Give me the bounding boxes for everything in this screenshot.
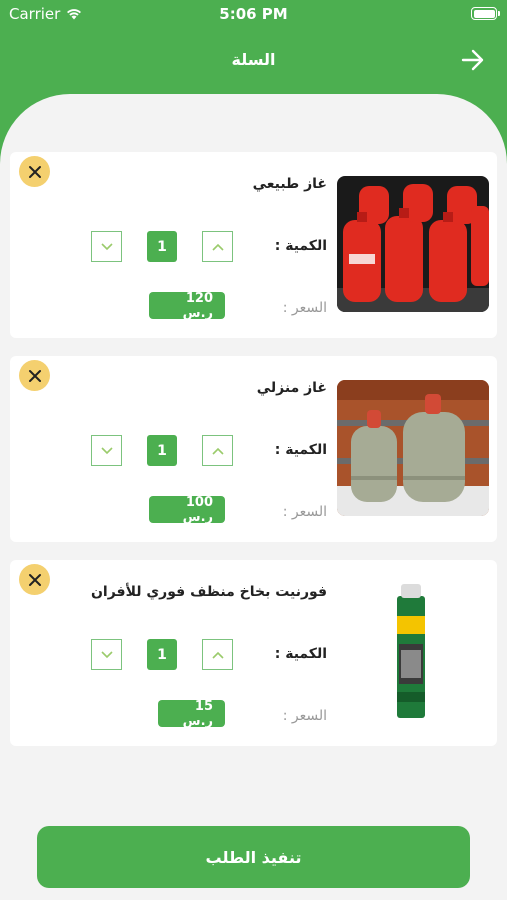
quantity-value: 1 [147,231,177,262]
close-icon [28,165,41,178]
price-badge: 120 ر.س [149,291,225,321]
decrease-quantity-button[interactable] [91,639,122,670]
chevron-down-icon [100,242,113,250]
chevron-up-icon [211,651,224,659]
nav-bar: السلة [0,38,507,82]
remove-item-button[interactable] [19,564,50,595]
quantity-label: الكمية : [274,442,327,458]
price-label: السعر : [282,708,327,724]
close-icon [28,573,41,586]
quantity-value: 1 [147,435,177,466]
page-title: السلة [231,50,276,69]
increase-quantity-button[interactable] [202,435,233,466]
status-time: 5:06 PM [219,5,288,23]
quantity-label: الكمية : [274,646,327,662]
chevron-up-icon [211,243,224,251]
product-name: غاز طبيعي [252,176,327,192]
increase-quantity-button[interactable] [202,231,233,262]
cart-item: فورنيت بخاخ منظف فوري للأفران الكمية : 1… [10,560,497,746]
price-label: السعر : [282,504,327,520]
price-badge: 100 ر.س [149,495,225,525]
chevron-down-icon [100,650,113,658]
cart-item: غاز منزلي الكمية : 1 السعر : 100 ر.س [10,356,497,542]
price-badge: 15 ر.س [158,699,225,729]
product-name: فورنيت بخاخ منظف فوري للأفران [90,584,327,600]
arrow-right-icon [461,49,484,71]
back-button[interactable] [459,46,487,74]
product-image [337,176,489,312]
checkout-button[interactable]: تنفيذ الطلب [37,826,470,888]
price-label: السعر : [282,300,327,316]
cart-item: غاز طبيعي الكمية : 1 السعر : 120 ر.س [10,152,497,338]
chevron-up-icon [211,447,224,455]
increase-quantity-button[interactable] [202,639,233,670]
close-icon [28,369,41,382]
decrease-quantity-button[interactable] [91,231,122,262]
remove-item-button[interactable] [19,156,50,187]
quantity-label: الكمية : [274,238,327,254]
decrease-quantity-button[interactable] [91,435,122,466]
product-image [337,584,489,720]
product-image [337,380,489,516]
quantity-value: 1 [147,639,177,670]
chevron-down-icon [100,446,113,454]
status-bar: Carrier 5:06 PM [0,0,507,28]
battery-icon [471,7,500,20]
product-name: غاز منزلي [256,380,327,396]
remove-item-button[interactable] [19,360,50,391]
